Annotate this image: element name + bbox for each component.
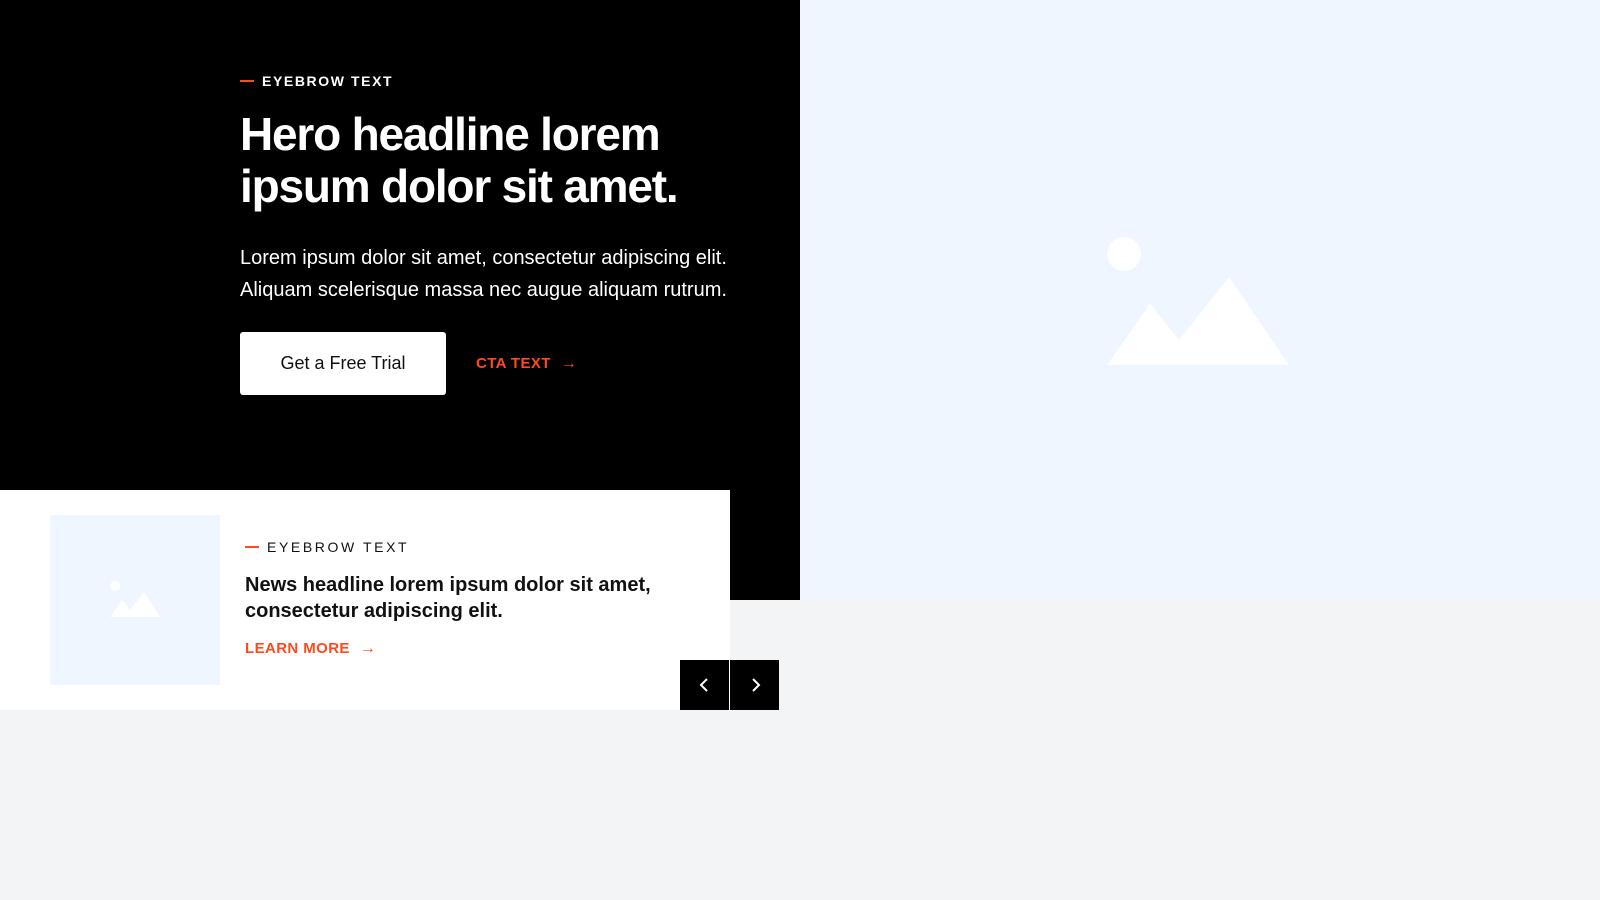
news-thumbnail <box>50 515 220 685</box>
hero-headline: Hero headline lorem ipsum dolor sit amet… <box>240 108 679 212</box>
eyebrow-dash <box>240 80 254 82</box>
hero-body-text: Lorem ipsum dolor sit amet, consectetur … <box>240 247 727 301</box>
hero-actions: Get a Free Trial CTA TEXT → <box>240 332 740 395</box>
arrow-right-icon: → <box>359 639 377 657</box>
hero-content: EYEBROW TEXT Hero headline lorem ipsum d… <box>240 72 740 395</box>
free-trial-button[interactable]: Get a Free Trial <box>240 332 446 395</box>
learn-more-label: LEARN MORE <box>245 640 350 657</box>
learn-more-link[interactable]: LEARN MORE → <box>245 640 705 657</box>
arrow-right-icon: → <box>560 354 578 372</box>
eyebrow-dash <box>245 546 259 548</box>
image-placeholder-icon <box>110 581 160 617</box>
hero-eyebrow-text: EYEBROW TEXT <box>262 73 394 89</box>
chevron-left-icon <box>699 678 708 692</box>
cta-link-label: CTA TEXT <box>476 355 551 372</box>
hero-eyebrow: EYEBROW TEXT <box>240 72 740 90</box>
slider-nav <box>680 660 779 710</box>
image-placeholder-icon <box>1107 237 1289 365</box>
cta-link[interactable]: CTA TEXT → <box>476 355 577 372</box>
news-eyebrow-text: EYEBROW TEXT <box>267 539 410 555</box>
news-eyebrow: EYEBROW TEXT <box>245 538 705 556</box>
news-card: EYEBROW TEXT News headline lorem ipsum d… <box>0 490 730 710</box>
prev-slide-button[interactable] <box>680 660 729 710</box>
hero-image <box>800 0 1600 600</box>
next-slide-button[interactable] <box>730 660 779 710</box>
news-content: EYEBROW TEXT News headline lorem ipsum d… <box>245 538 705 657</box>
news-headline: News headline lorem ipsum dolor sit amet… <box>245 574 651 622</box>
chevron-right-icon <box>751 678 760 692</box>
